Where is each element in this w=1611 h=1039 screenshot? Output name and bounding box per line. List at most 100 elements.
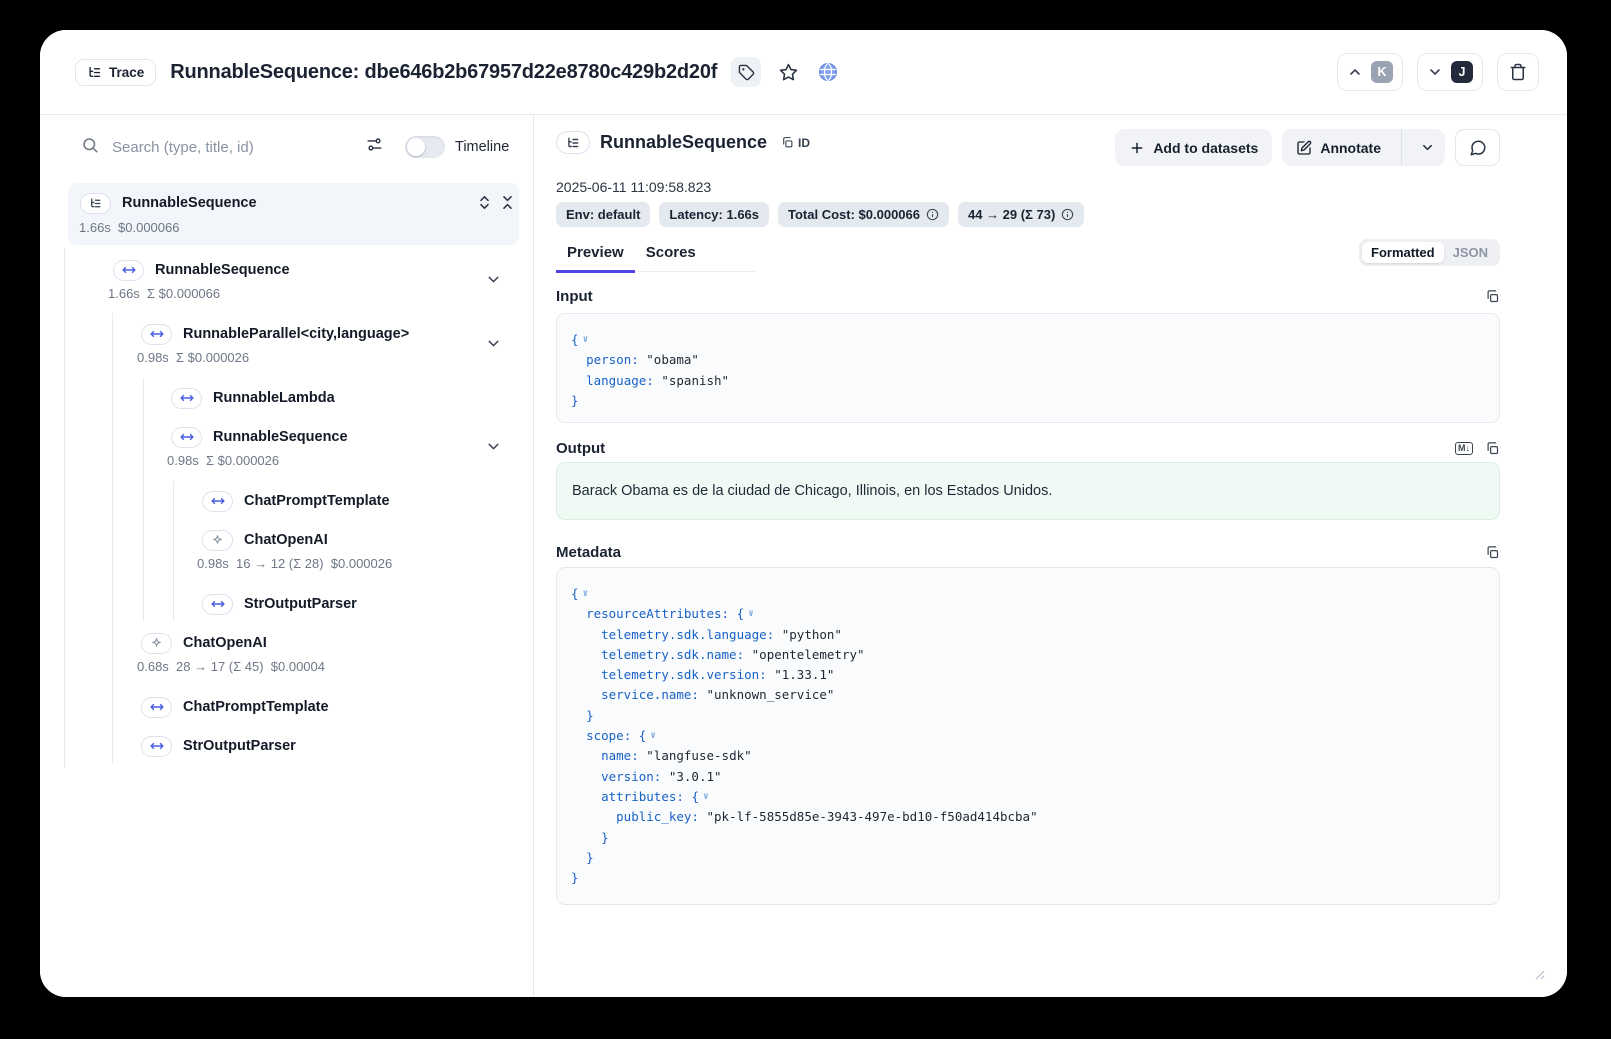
tag-icon[interactable]	[731, 57, 761, 87]
chevron-down-icon	[1427, 64, 1443, 80]
filter-settings-icon[interactable]	[366, 136, 383, 158]
copy-icon[interactable]	[1485, 441, 1500, 456]
move-horizontal-icon	[141, 324, 172, 345]
star-icon[interactable]	[775, 59, 801, 85]
tree-row-label: RunnableSequence	[213, 429, 348, 445]
json-colon: :	[676, 789, 691, 804]
tree-row-stats: 0.98s Σ $0.000026	[167, 453, 279, 468]
tree-indent-guide	[173, 481, 174, 621]
tree-row[interactable]: ChatOpenAI	[141, 631, 267, 655]
tree-row-label: RunnableSequence	[155, 262, 290, 278]
tree-row[interactable]: StrOutputParser	[202, 592, 357, 616]
collapse-chevron-icon[interactable]: ∨	[583, 334, 589, 345]
json-brace: }	[586, 708, 594, 723]
page-title: RunnableSequence: dbe646b2b67957d22e8780…	[170, 61, 717, 84]
json-ws	[571, 830, 601, 845]
tree-indent-guide	[112, 313, 113, 763]
edit-icon	[1296, 140, 1312, 156]
collapse-chevron-icon[interactable]: ∨	[583, 588, 589, 599]
chevron-down-icon[interactable]	[484, 271, 502, 289]
tree-row[interactable]: RunnableLambda	[171, 386, 335, 410]
chevron-down-icon[interactable]	[484, 335, 502, 353]
json-key: person	[586, 352, 631, 367]
move-horizontal-icon	[141, 697, 172, 718]
delete-trace-button[interactable]	[1497, 53, 1539, 91]
json-colon: :	[631, 352, 646, 367]
metric-chips: Env: default Latency: 1.66s Total Cost: …	[556, 202, 1084, 227]
info-icon[interactable]	[1061, 208, 1074, 221]
move-horizontal-icon	[171, 388, 202, 409]
sparkle-icon	[202, 530, 233, 551]
tree-row-stats: 1.66s Σ $0.000066	[108, 286, 220, 301]
markdown-toggle-icon[interactable]: M↓	[1455, 442, 1473, 455]
json-brace: }	[601, 830, 609, 845]
timeline-toggle[interactable]	[405, 136, 445, 158]
globe-icon[interactable]	[815, 59, 841, 85]
tree-search-row: Timeline	[40, 125, 533, 169]
tree-row-selected[interactable]: RunnableSequence 1.66s $0.000066	[68, 183, 519, 245]
move-horizontal-icon	[202, 594, 233, 615]
json-brace: {	[639, 728, 647, 743]
list-tree-icon	[87, 65, 102, 80]
json-brace: {	[737, 606, 745, 621]
tree-row-label: StrOutputParser	[183, 738, 296, 754]
comments-button[interactable]	[1455, 129, 1500, 166]
json-colon: :	[737, 647, 752, 662]
observation-title: RunnableSequence	[600, 132, 767, 153]
resize-handle[interactable]	[1535, 967, 1545, 985]
tree-row-stats: 0.68s 28 → 17 (Σ 45) $0.00004	[137, 659, 325, 674]
add-to-datasets-button[interactable]: Add to datasets	[1115, 129, 1272, 166]
shortcut-key-k: K	[1371, 61, 1393, 83]
tree-row[interactable]: ChatOpenAI	[202, 528, 328, 552]
tree-row[interactable]: ChatPromptTemplate	[202, 489, 390, 513]
input-section-label: Input	[556, 288, 593, 305]
previous-trace-button[interactable]: K	[1337, 53, 1403, 91]
shortcut-key-j: J	[1451, 61, 1473, 83]
tree-row[interactable]: ChatPromptTemplate	[141, 695, 329, 719]
tree-row-label: RunnableSequence	[122, 195, 257, 211]
tree-indent-guide	[64, 248, 65, 768]
move-horizontal-icon	[171, 427, 202, 448]
format-option-json[interactable]: JSON	[1444, 242, 1497, 263]
copy-icon[interactable]	[1485, 289, 1500, 304]
json-key: version	[601, 769, 654, 784]
chevron-down-icon[interactable]	[484, 438, 502, 456]
annotate-button[interactable]: Annotate	[1282, 129, 1393, 166]
copy-id-button[interactable]: ID	[781, 136, 810, 150]
tab-scores[interactable]: Scores	[635, 240, 707, 273]
trace-type-badge: Trace	[75, 59, 156, 86]
json-key: service.name	[601, 687, 691, 702]
tree-row[interactable]: StrOutputParser	[141, 734, 296, 758]
unfold-all-icon[interactable]	[476, 194, 493, 211]
move-horizontal-icon	[202, 491, 233, 512]
input-json-viewer: {∨ person: "obama" language: "spanish"}	[556, 313, 1500, 423]
collapse-chevron-icon[interactable]: ∨	[703, 791, 709, 802]
tree-row[interactable]: RunnableParallel<city,language>	[141, 322, 409, 346]
json-brace: }	[571, 870, 579, 885]
fold-all-icon[interactable]	[499, 194, 516, 211]
json-key: telemetry.sdk.version	[601, 667, 759, 682]
annotate-dropdown-button[interactable]	[1410, 129, 1445, 166]
tab-preview[interactable]: Preview	[556, 240, 635, 273]
metadata-json-viewer: {∨ resourceAttributes: {∨ telemetry.sdk.…	[556, 567, 1500, 905]
next-trace-button[interactable]: J	[1417, 53, 1483, 91]
tree-row-stats: 1.66s $0.000066	[79, 220, 179, 235]
format-option-formatted[interactable]: Formatted	[1362, 242, 1444, 263]
collapse-chevron-icon[interactable]: ∨	[748, 608, 754, 619]
json-str: "langfuse-sdk"	[646, 748, 751, 763]
collapse-chevron-icon[interactable]: ∨	[650, 730, 656, 741]
json-colon: :	[631, 748, 646, 763]
move-horizontal-icon	[141, 736, 172, 757]
search-input[interactable]	[112, 139, 352, 156]
json-ws	[571, 769, 601, 784]
tree-row[interactable]: RunnableSequence	[80, 191, 257, 215]
tree-row[interactable]: RunnableSequence	[171, 425, 348, 449]
info-icon[interactable]	[926, 208, 939, 221]
tree-row-label: StrOutputParser	[244, 596, 357, 612]
json-colon: :	[646, 373, 661, 388]
total-cost-badge: Total Cost: $0.000066	[778, 202, 949, 227]
copy-icon[interactable]	[1485, 545, 1500, 560]
app-window: Trace RunnableSequence: dbe646b2b67957d2…	[40, 30, 1567, 997]
tree-row[interactable]: RunnableSequence	[113, 258, 290, 282]
json-ws	[571, 748, 601, 763]
